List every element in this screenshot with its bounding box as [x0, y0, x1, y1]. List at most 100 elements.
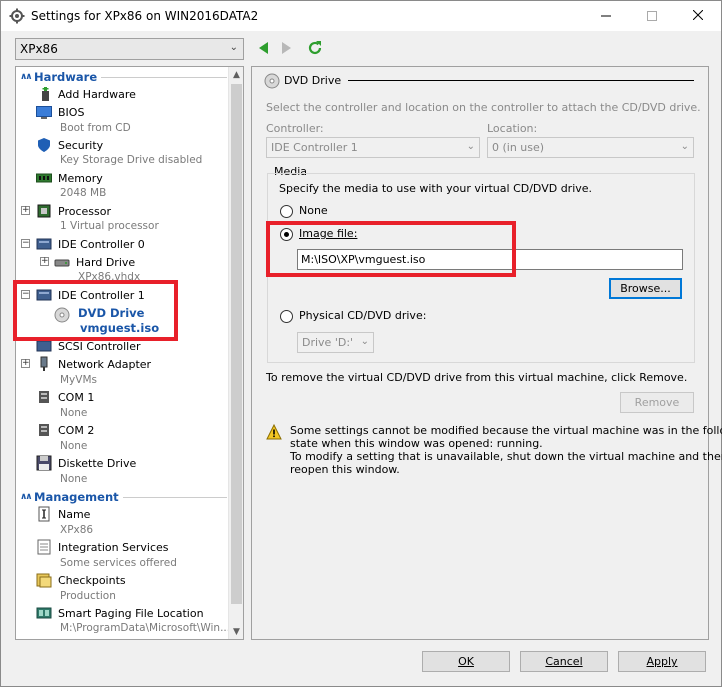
settings-window: Settings for XPx86 on WIN2016DATA2 XPx86…	[0, 0, 722, 687]
dvd-drive-settings-panel: DVD Drive Select the controller and loca…	[251, 66, 722, 640]
divider	[122, 496, 227, 498]
memory-detail: 2048 MB	[60, 187, 107, 199]
management-section-header[interactable]: ∧∧ Management	[16, 489, 229, 505]
apply-button[interactable]: Apply	[618, 651, 706, 672]
scrollbar-thumb[interactable]	[231, 84, 242, 604]
tree-item-add-hardware[interactable]: Add Hardware	[16, 86, 229, 102]
tree-item-hard-drive[interactable]: + Hard Drive	[16, 254, 229, 270]
tree-item-bios[interactable]: BIOS	[16, 104, 229, 120]
panel-title: DVD Drive	[284, 74, 342, 87]
com-1-detail: None	[60, 407, 88, 419]
forward-arrow-icon[interactable]	[281, 41, 295, 55]
chevron-down-icon: ⌄	[466, 141, 475, 152]
cancel-button[interactable]: Cancel	[520, 651, 608, 672]
highlight-box-dvd-tree	[13, 280, 178, 341]
vm-selector-dropdown[interactable]: XPx86 ⌄	[15, 38, 244, 60]
physical-drive-radio-label: Physical CD/DVD drive:	[299, 309, 427, 322]
tree-item-diskette-drive[interactable]: Diskette Drive	[16, 455, 229, 471]
warning-text-line-2: state when this window was opened: runni…	[290, 437, 543, 450]
physical-drive-dropdown[interactable]: Drive 'D:' ⌄	[297, 332, 374, 353]
tree-item-security[interactable]: Security	[16, 137, 229, 153]
memory-chip-icon	[36, 170, 52, 186]
serial-port-icon	[36, 422, 52, 438]
controller-dropdown[interactable]: IDE Controller 1 ⌄	[266, 137, 480, 158]
collapse-chevron-icon: ∧∧	[20, 72, 33, 82]
expand-plus-icon[interactable]: +	[40, 257, 49, 266]
checkpoint-icon	[36, 572, 52, 588]
panel-intro: Select the controller and location on th…	[266, 101, 701, 114]
name-detail: XPx86	[60, 524, 94, 536]
tree-item-memory[interactable]: Memory	[16, 170, 229, 186]
divider	[348, 80, 694, 81]
name-document-icon	[36, 506, 52, 522]
none-radio[interactable]	[280, 205, 293, 218]
shield-icon	[36, 137, 52, 153]
scroll-up-icon[interactable]: ▲	[229, 67, 243, 82]
security-detail: Key Storage Drive disabled	[60, 154, 203, 166]
vm-selector-value: XPx86	[20, 42, 58, 56]
tree-item-name[interactable]: Name	[16, 506, 229, 522]
expand-plus-icon[interactable]: +	[21, 206, 30, 215]
highlight-box-image-file	[266, 221, 516, 277]
physical-drive-radio[interactable]	[280, 310, 293, 323]
ok-button[interactable]: OK	[422, 651, 510, 672]
tree-item-com-2[interactable]: COM 2	[16, 422, 229, 438]
com-2-detail: None	[60, 440, 88, 452]
dvd-disc-icon	[264, 73, 280, 89]
diskette-drive-detail: None	[60, 473, 88, 485]
refresh-icon[interactable]	[307, 40, 322, 55]
maximize-button[interactable]	[629, 1, 675, 31]
warning-text-line-1: Some settings cannot be modified because…	[290, 424, 722, 437]
chevron-down-icon: ⌄	[680, 141, 689, 152]
window-title: Settings for XPx86 on WIN2016DATA2	[31, 9, 259, 23]
network-adapter-icon	[36, 356, 52, 372]
remove-button[interactable]: Remove	[620, 392, 694, 413]
smart-paging-icon	[36, 605, 52, 621]
warning-text-line-4: reopen this window.	[290, 463, 400, 476]
chevron-down-icon: ⌄	[360, 336, 369, 347]
tree-item-network-adapter[interactable]: + Network Adapter	[16, 356, 229, 372]
settings-gear-icon	[9, 8, 25, 24]
serial-port-icon	[36, 389, 52, 405]
tree-item-processor[interactable]: + Processor	[16, 203, 229, 219]
title-bar: Settings for XPx86 on WIN2016DATA2	[1, 1, 721, 31]
close-icon	[692, 8, 704, 24]
tree-item-integration-services[interactable]: Integration Services	[16, 539, 229, 555]
minimize-button[interactable]	[583, 1, 629, 31]
scroll-down-icon[interactable]: ▼	[229, 624, 243, 639]
bios-detail: Boot from CD	[60, 122, 131, 134]
divider	[101, 76, 227, 78]
tree-item-com-1[interactable]: COM 1	[16, 389, 229, 405]
settings-tree-panel: ∧∧ Hardware Add Hardware BIOS Boot from …	[15, 66, 244, 640]
processor-detail: 1 Virtual processor	[60, 220, 159, 232]
collapse-minus-icon[interactable]: −	[21, 239, 30, 248]
warning-icon	[266, 423, 282, 440]
tree-item-ide-controller-0[interactable]: − IDE Controller 0	[16, 236, 229, 252]
browse-button[interactable]: Browse...	[609, 278, 682, 299]
tree-item-smart-paging[interactable]: Smart Paging File Location	[16, 605, 229, 621]
chevron-down-icon: ⌄	[229, 42, 238, 53]
location-label: Location:	[487, 122, 538, 135]
network-adapter-detail: MyVMs	[60, 374, 97, 386]
smart-paging-detail: M:\ProgramData\Microsoft\Win...	[60, 622, 231, 634]
collapse-chevron-icon: ∧∧	[20, 492, 33, 502]
hard-drive-icon	[54, 254, 70, 270]
ide-controller-icon	[36, 236, 52, 252]
hardware-section-header[interactable]: ∧∧ Hardware	[16, 69, 229, 85]
floppy-disk-icon	[36, 455, 52, 471]
bios-icon	[36, 104, 52, 120]
integration-services-detail: Some services offered	[60, 557, 177, 569]
controller-label: Controller:	[266, 122, 324, 135]
close-button[interactable]	[675, 1, 721, 31]
location-dropdown[interactable]: 0 (in use) ⌄	[487, 137, 694, 158]
remove-instructions: To remove the virtual CD/DVD drive from …	[266, 371, 688, 384]
media-description: Specify the media to use with your virtu…	[279, 182, 593, 195]
checkpoints-detail: Production	[60, 590, 116, 602]
none-radio-label: None	[299, 204, 328, 217]
tree-scrollbar[interactable]: ▲ ▼	[228, 67, 243, 639]
expand-plus-icon[interactable]: +	[21, 359, 30, 368]
processor-icon	[36, 203, 52, 219]
back-arrow-icon[interactable]	[257, 41, 271, 55]
warning-text-line-3: To modify a setting that is unavailable,…	[290, 450, 722, 463]
tree-item-checkpoints[interactable]: Checkpoints	[16, 572, 229, 588]
